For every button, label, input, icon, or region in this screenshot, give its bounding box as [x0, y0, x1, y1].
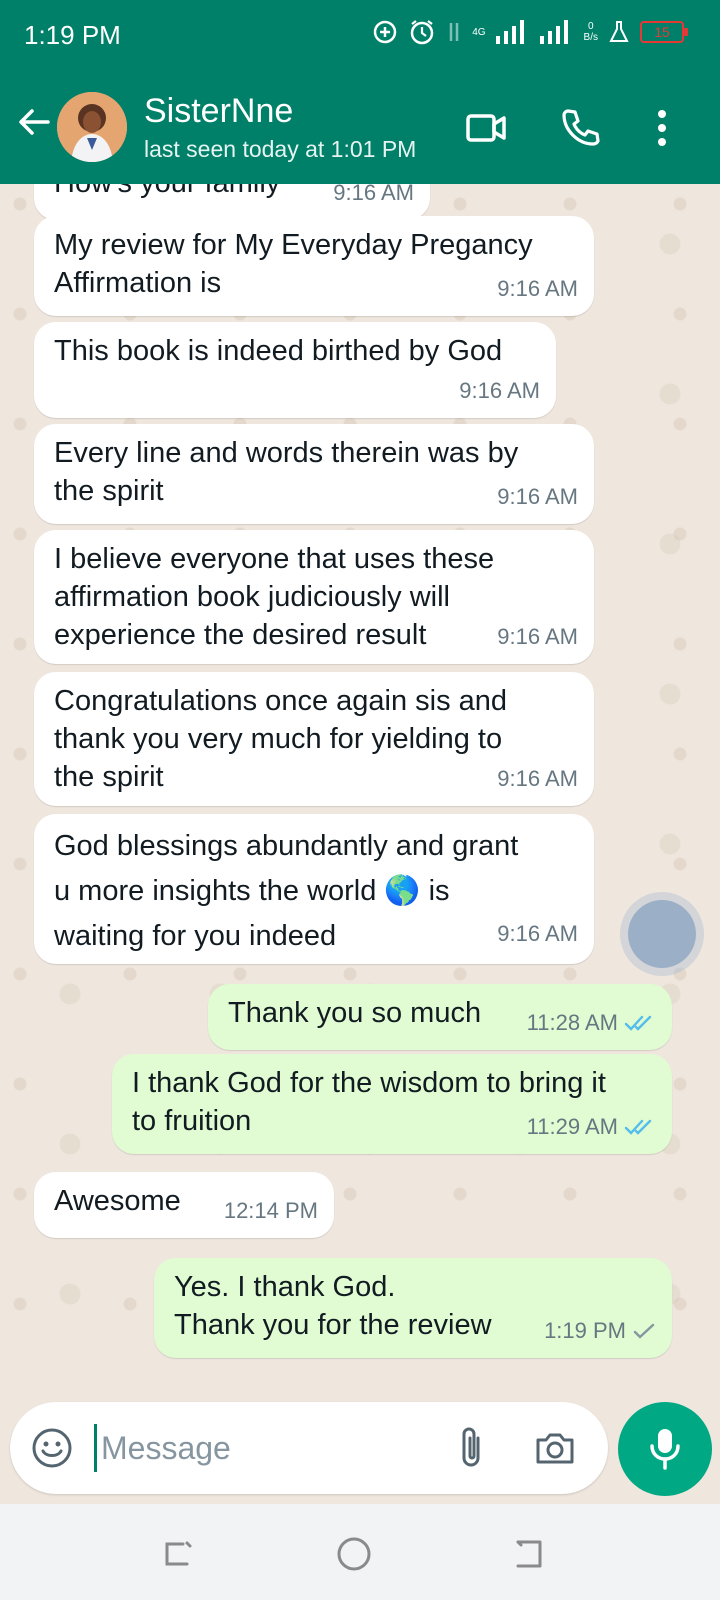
message-bubble[interactable]: God blessings abundantly and grant u mor… — [34, 814, 594, 964]
message-time: 9:16 AM — [497, 921, 578, 946]
message-composer — [10, 1402, 608, 1494]
message-time: 9:16 AM — [497, 276, 578, 301]
chat-header: 1:19 PM 4G 0 B/s 15 SisterNne last seen t… — [0, 0, 720, 184]
message-bubble-outgoing[interactable]: I thank God for the wisdom to bring it t… — [112, 1054, 672, 1154]
attach-icon[interactable] — [450, 1424, 494, 1472]
message-bubble[interactable]: Congratulations once again sis and thank… — [34, 672, 594, 806]
message-input[interactable] — [94, 1424, 414, 1472]
message-text: God blessings abundantly and grant u mor… — [54, 830, 519, 952]
message-time: 12:14 PM — [223, 1198, 318, 1223]
message-time: 9:16 AM — [497, 484, 578, 509]
flask-icon — [609, 21, 629, 42]
status-icons: 4G 0 B/s 15 — [372, 18, 688, 46]
system-navigation-bar — [0, 1504, 720, 1600]
video-call-icon[interactable] — [464, 106, 508, 150]
message-bubble[interactable]: My review for My Everyday Pregancy Affir… — [34, 216, 594, 316]
voice-call-icon[interactable] — [558, 106, 602, 150]
contact-last-seen: last seen today at 1:01 PM — [144, 136, 417, 162]
double-check-read-icon — [624, 1119, 652, 1135]
message-bubble[interactable]: Awesome 12:14 PM — [34, 1172, 334, 1238]
recents-icon[interactable] — [157, 1534, 197, 1574]
camera-icon[interactable] — [532, 1426, 578, 1470]
battery-indicator: 15 — [640, 21, 688, 43]
status-bar: 1:19 PM 4G 0 B/s 15 — [0, 0, 720, 72]
app-bar: SisterNne last seen today at 1:01 PM — [0, 72, 720, 184]
signal-icon-2 — [539, 20, 568, 44]
message-time: 1:19 PM — [544, 1312, 656, 1350]
message-text: Every line and words therein was by the … — [54, 437, 519, 507]
signal-icon — [495, 20, 524, 44]
message-time: 9:16 AM — [459, 378, 540, 403]
message-text: My review for My Everyday Pregancy Affir… — [54, 229, 533, 299]
back-icon[interactable] — [510, 1534, 550, 1574]
floating-touch-button[interactable] — [628, 900, 696, 968]
data-saver-icon — [373, 20, 397, 44]
message-time: 9:16 AM — [333, 184, 414, 205]
mic-icon — [650, 1429, 680, 1470]
mic-button[interactable] — [618, 1402, 712, 1496]
avatar[interactable] — [57, 92, 127, 162]
message-text: Congratulations once again sis and thank… — [54, 685, 508, 793]
double-check-read-icon — [624, 1015, 652, 1031]
message-bubble-outgoing[interactable]: Yes. I thank God. Thank you for the revi… — [154, 1258, 672, 1358]
message-bubble[interactable]: I believe everyone that uses these affir… — [34, 530, 594, 664]
message-bubble[interactable]: How's your family 9:16 AM — [34, 184, 430, 220]
message-text: This book is indeed birthed by God — [54, 335, 503, 367]
emoji-icon[interactable] — [30, 1426, 74, 1470]
data-transfer-icon — [449, 23, 459, 41]
message-time: 11:28 AM — [527, 1004, 656, 1042]
alarm-icon — [410, 20, 434, 45]
network-type: 4G — [472, 26, 486, 38]
home-icon[interactable] — [334, 1534, 374, 1574]
back-arrow-icon[interactable] — [14, 102, 54, 142]
message-list[interactable]: How's your family 9:16 AM My review for … — [0, 184, 720, 1404]
message-bubble-outgoing[interactable]: Thank you so much 11:28 AM — [208, 984, 672, 1050]
message-text: I believe everyone that uses these affir… — [54, 543, 495, 651]
contact-name[interactable]: SisterNne — [144, 92, 293, 131]
message-time: 11:29 AM — [527, 1108, 656, 1146]
single-check-sent-icon — [633, 1323, 655, 1339]
more-options-icon[interactable] — [646, 106, 678, 150]
network-speed: 0 B/s — [583, 21, 598, 43]
message-time: 9:16 AM — [497, 624, 578, 649]
status-time: 1:19 PM — [24, 20, 121, 50]
message-bubble[interactable]: Every line and words therein was by the … — [34, 424, 594, 524]
message-time: 9:16 AM — [497, 766, 578, 791]
message-bubble[interactable]: This book is indeed birthed by God 9:16 … — [34, 322, 556, 418]
